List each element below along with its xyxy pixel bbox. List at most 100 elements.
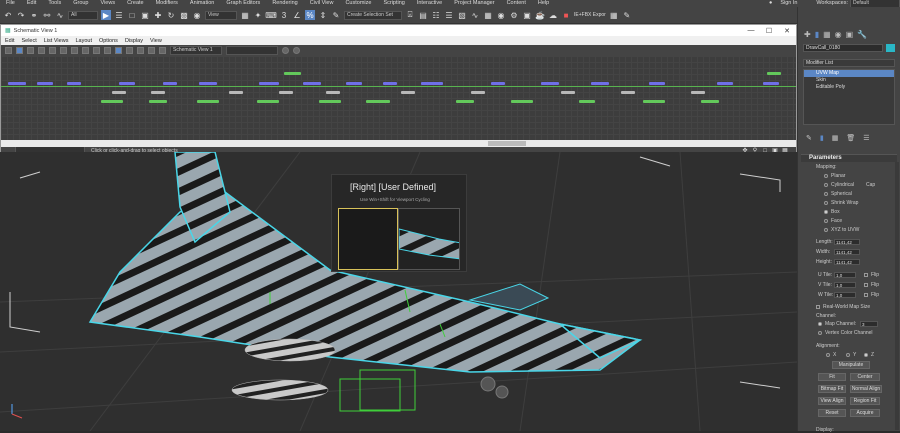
named-selection-icon[interactable]: ✎ [331, 10, 341, 20]
parameters-rollout-header[interactable]: Parameters [801, 154, 897, 162]
menu-project-manager[interactable]: Project Manager [448, 0, 500, 7]
rendered-frame-window-icon[interactable]: ▣ [522, 10, 532, 20]
align-icon[interactable]: ▤ [418, 10, 428, 20]
v-flip-checkbox[interactable]: Flip [864, 282, 879, 288]
create-tab-icon[interactable]: ✚ [804, 30, 811, 39]
menu-content[interactable]: Content [501, 0, 532, 7]
select-object-icon[interactable]: ▶ [101, 10, 111, 20]
schematic-view-name-field[interactable]: Schematic View 1 [170, 46, 222, 55]
link-icon[interactable]: ⚭ [29, 10, 39, 20]
schematic-node[interactable] [456, 100, 474, 103]
menu-scripting[interactable]: Scripting [377, 0, 410, 7]
schematic-graph-canvas[interactable] [1, 56, 796, 140]
schematic-node[interactable] [197, 100, 219, 103]
u-flip-checkbox[interactable]: Flip [864, 272, 879, 278]
mapping-box-radio[interactable]: Box [824, 209, 840, 215]
delete-bookmark-icon[interactable] [293, 47, 300, 54]
window-crossing-icon[interactable]: ▣ [140, 10, 150, 20]
free-mode-icon[interactable] [137, 47, 144, 54]
stack-item-skin[interactable]: Skin [804, 77, 894, 84]
menu-interactive[interactable]: Interactive [411, 0, 448, 7]
align-y-radio[interactable]: Y [846, 352, 856, 358]
viewport-thumbnail[interactable] [398, 208, 460, 270]
stack-item-editable-poly[interactable]: Editable Poly [804, 84, 894, 91]
schematic-node[interactable] [229, 91, 243, 94]
modify-tab-icon[interactable]: ▮ [815, 30, 819, 39]
reference-coordinate-dropdown[interactable]: View [205, 10, 237, 20]
view-align-button[interactable]: View Align [818, 397, 846, 405]
schematic-node[interactable] [561, 91, 575, 94]
menu-group[interactable]: Group [67, 0, 94, 7]
align-z-radio[interactable]: Z [864, 352, 874, 358]
pivot-center-icon[interactable]: ▦ [240, 10, 250, 20]
schematic-node[interactable] [701, 100, 719, 103]
schematic-node[interactable] [491, 82, 505, 85]
menu-create[interactable]: Create [121, 0, 150, 7]
place-icon[interactable]: ◉ [192, 10, 202, 20]
width-spinner[interactable]: 1141,42 [834, 249, 860, 255]
schematic-node[interactable] [303, 82, 321, 85]
mapping-planar-radio[interactable]: Planar [824, 173, 845, 179]
height-spinner[interactable]: 1141,42 [834, 259, 860, 265]
references-mode-icon[interactable] [71, 47, 78, 54]
schematic-node[interactable] [112, 91, 126, 94]
curve-editor-icon[interactable]: ∿ [470, 10, 480, 20]
region-fit-button[interactable]: Region Fit [850, 397, 880, 405]
plugin-icon[interactable]: ■ [561, 10, 571, 20]
spinner-snap-icon[interactable]: ⇕ [318, 10, 328, 20]
schematic-node[interactable] [366, 100, 390, 103]
hierarchy-mode-icon[interactable] [60, 47, 67, 54]
viewport-thumbnail-active[interactable] [338, 208, 398, 270]
schematic-menu-list-views[interactable]: List Views [44, 38, 69, 44]
unlink-selected-icon[interactable] [38, 47, 45, 54]
plugin-export-label[interactable]: IE+FBX Expor [574, 12, 606, 18]
menu-tools[interactable]: Tools [42, 0, 67, 7]
map-channel-spinner[interactable]: 3 [860, 321, 878, 327]
grid-icon[interactable]: ▦ [609, 10, 619, 20]
motion-tab-icon[interactable]: ◉ [835, 30, 842, 39]
w-flip-checkbox[interactable]: Flip [864, 292, 879, 298]
menu-help[interactable]: Help [532, 0, 555, 7]
schematic-node[interactable] [149, 100, 167, 103]
sign-in-menu[interactable]: Sign In [774, 0, 814, 7]
keyboard-shortcut-icon[interactable]: ⌨ [265, 10, 277, 20]
minimize-button[interactable]: — [742, 27, 760, 35]
real-world-map-size-checkbox[interactable]: Real-World Map Size [816, 304, 870, 310]
mapping-face-radio[interactable]: Face [824, 218, 842, 224]
schematic-node[interactable] [319, 100, 341, 103]
material-editor-icon[interactable]: ◉ [496, 10, 506, 20]
schematic-node[interactable] [151, 91, 165, 94]
center-button[interactable]: Center [850, 373, 880, 381]
select-mode-icon[interactable] [16, 47, 23, 54]
viewport-label[interactable]: [Right] [User Defined] [350, 182, 436, 192]
schematic-node[interactable] [199, 82, 217, 85]
rectangle-selection-icon[interactable]: □ [127, 10, 137, 20]
schematic-node[interactable] [37, 82, 53, 85]
scale-icon[interactable]: ▩ [179, 10, 189, 20]
schematic-menu-select[interactable]: Select [21, 38, 36, 44]
utilities-tab-icon[interactable]: 🔧 [857, 30, 867, 39]
schematic-node[interactable] [511, 100, 533, 103]
schematic-node[interactable] [541, 82, 559, 85]
show-end-result-icon[interactable]: ▮ [820, 134, 824, 142]
schematic-node[interactable] [284, 72, 301, 75]
create-selection-set-dropdown[interactable]: Create Selection Set [344, 10, 402, 20]
schematic-node[interactable] [326, 91, 340, 94]
select-manipulate-icon[interactable]: ✦ [253, 10, 263, 20]
render-production-icon[interactable]: ☕ [535, 10, 545, 20]
schematic-node[interactable] [279, 91, 293, 94]
u-tile-spinner[interactable]: 1,0 [834, 272, 856, 278]
schematic-node[interactable] [257, 100, 279, 103]
display-floater-icon[interactable] [5, 47, 12, 54]
zoom-selected-icon[interactable] [282, 47, 289, 54]
schematic-node[interactable] [8, 82, 26, 85]
schematic-node[interactable] [579, 100, 595, 103]
mapping-spherical-radio[interactable]: Spherical [824, 191, 852, 197]
bitmap-fit-button[interactable]: Bitmap Fit [818, 385, 846, 393]
menu-edit[interactable]: Edit [21, 0, 42, 7]
move-icon[interactable]: ✚ [153, 10, 163, 20]
menu-views[interactable]: Views [95, 0, 122, 7]
schematic-view-icon[interactable]: ▦ [483, 10, 493, 20]
angle-snap-icon[interactable]: ∠ [292, 10, 302, 20]
schematic-node[interactable] [643, 100, 665, 103]
